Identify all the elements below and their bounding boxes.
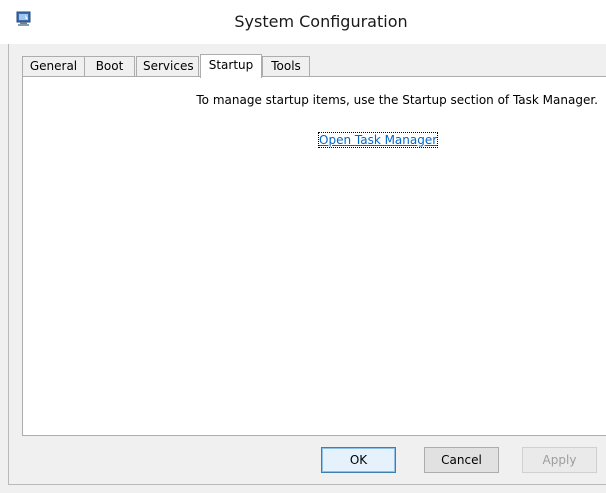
- tab-boot[interactable]: Boot: [84, 56, 135, 77]
- tab-startup[interactable]: Startup: [200, 54, 262, 78]
- tab-services[interactable]: Services: [136, 56, 199, 77]
- cancel-button[interactable]: Cancel: [424, 447, 499, 473]
- tab-general[interactable]: General: [22, 56, 85, 77]
- startup-info-text: To manage startup items, use the Startup…: [196, 93, 598, 107]
- system-configuration-window: System Configuration General Boot Servic…: [0, 0, 606, 493]
- apply-button[interactable]: Apply: [522, 447, 597, 473]
- tab-tools[interactable]: Tools: [262, 56, 310, 77]
- title-bar[interactable]: System Configuration: [0, 0, 606, 44]
- ok-button[interactable]: OK: [321, 447, 396, 473]
- window-title: System Configuration: [234, 12, 408, 31]
- open-task-manager-link[interactable]: Open Task Manager: [317, 132, 439, 148]
- startup-tab-panel: To manage startup items, use the Startup…: [22, 76, 606, 436]
- frame-border-bottom: [8, 484, 606, 485]
- frame-border-left: [8, 44, 9, 485]
